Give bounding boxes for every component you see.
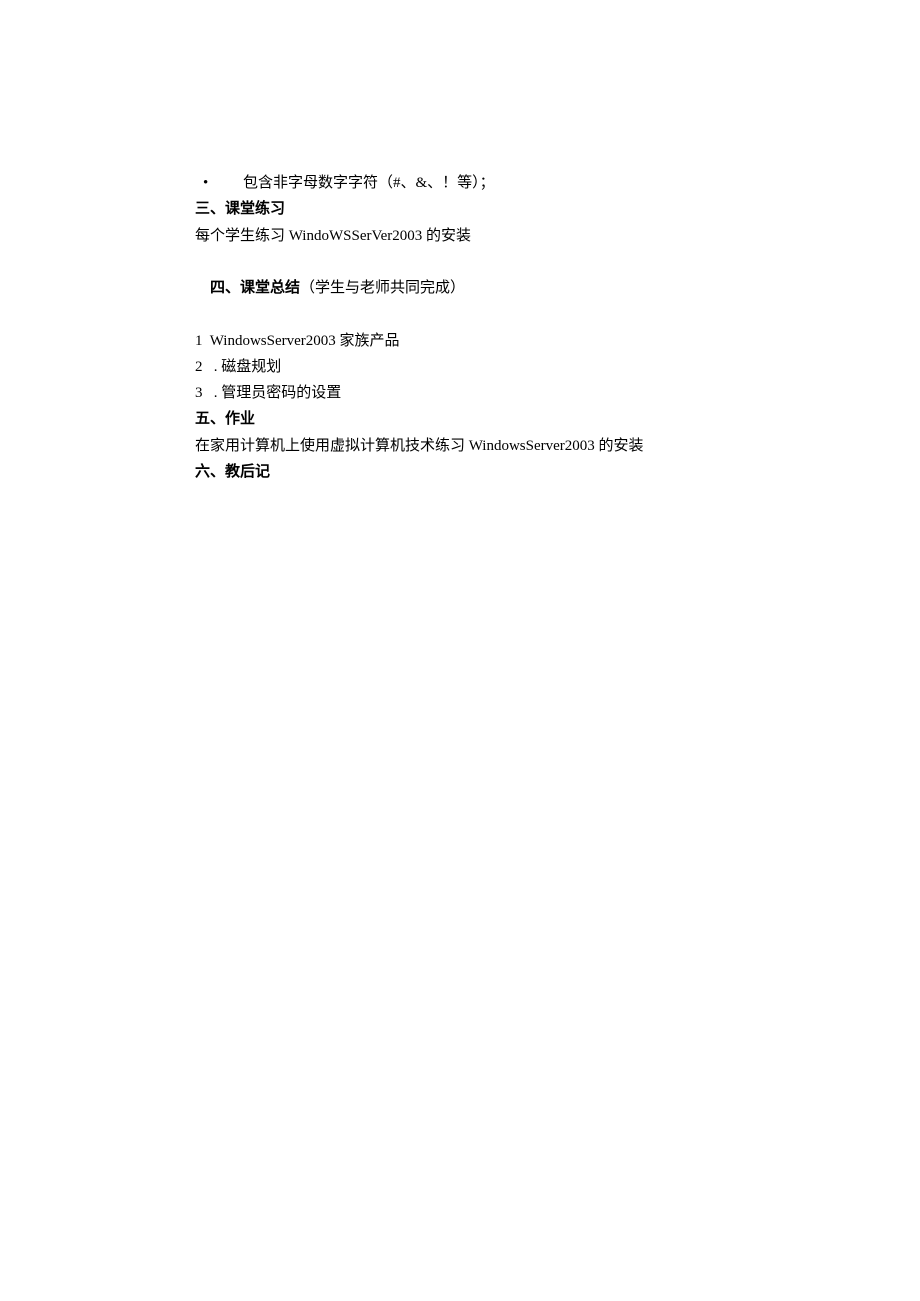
section-4-heading-line: 四、课堂总结（学生与老师共同完成） [195, 249, 730, 328]
section-3-body: 每个学生练习 WindoWSSerVer2003 的安装 [195, 223, 730, 249]
bullet-text: 包含非字母数字字符（#、&、！等）； [243, 170, 495, 196]
section-5-heading: 五、作业 [195, 406, 730, 432]
section-4-note: （学生与老师共同完成） [300, 280, 465, 296]
bullet-item: • 包含非字母数字字符（#、&、！等）； [195, 170, 730, 196]
section-3-heading: 三、课堂练习 [195, 196, 730, 222]
section-5-body: 在家用计算机上使用虚拟计算机技术练习 WindowsServer2003 的安装 [195, 433, 730, 459]
section-6-heading: 六、教后记 [195, 459, 730, 485]
section-4-item-2: 2 . 磁盘规划 [195, 354, 730, 380]
section-4-item-3: 3 . 管理员密码的设置 [195, 380, 730, 406]
section-4-item-1: 1 WindowsServer2003 家族产品 [195, 328, 730, 354]
document-page: • 包含非字母数字字符（#、&、！等）； 三、课堂练习 每个学生练习 Windo… [0, 0, 920, 485]
bullet-dot-icon: • [195, 170, 243, 196]
section-4-heading: 四、课堂总结 [210, 280, 300, 296]
